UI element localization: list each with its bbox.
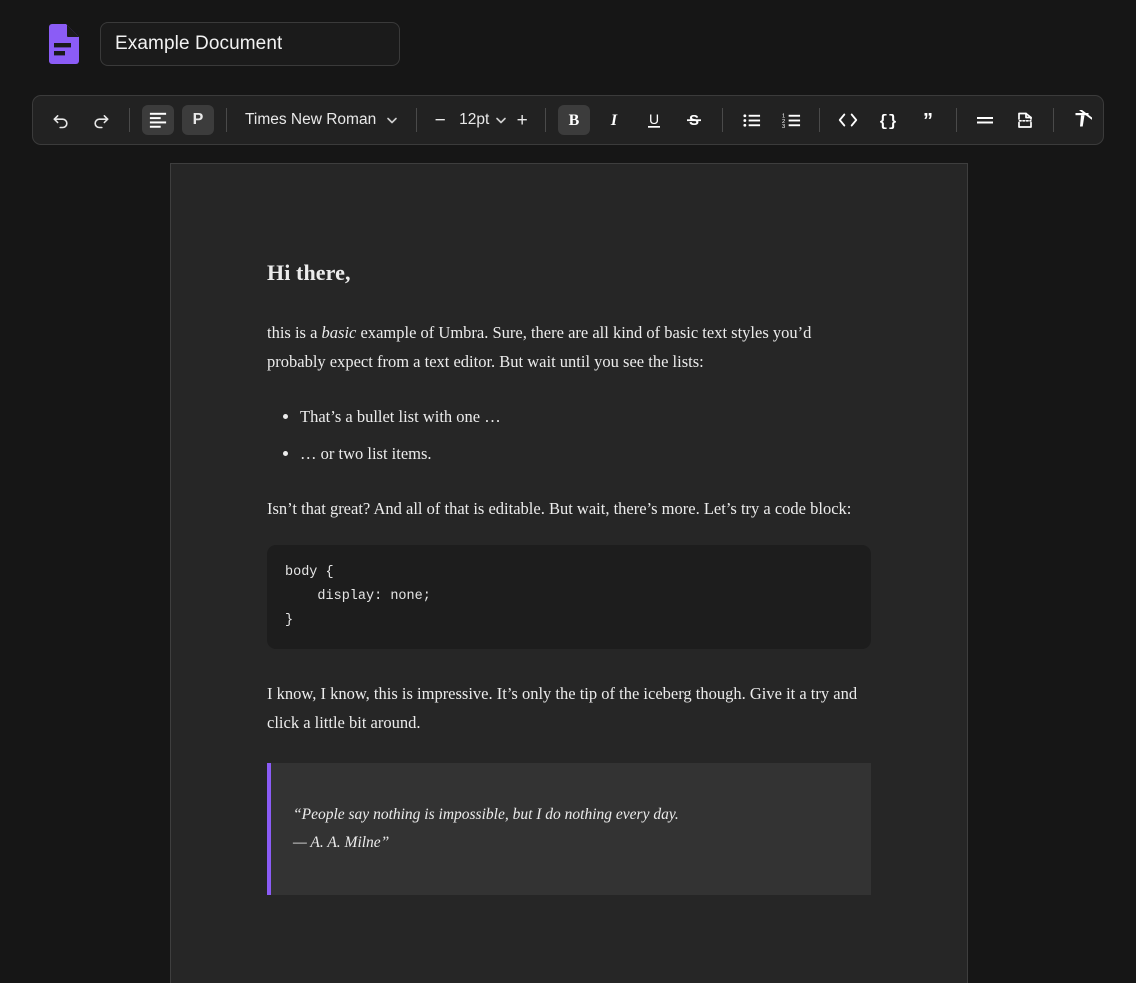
list-item: … or two list items.	[300, 439, 871, 468]
after-list-paragraph: Isn’t that great? And all of that is edi…	[267, 499, 852, 519]
code-block[interactable]: body { display: none; }	[267, 545, 871, 650]
bold-icon: B	[569, 112, 580, 129]
intro-paragraph: this is a basic example of Umbra. Sure, …	[267, 318, 871, 376]
document-heading: Hi there,	[267, 260, 351, 285]
align-left-button[interactable]	[142, 105, 174, 135]
toolbar-divider	[545, 108, 547, 132]
code-icon	[839, 113, 858, 127]
after-code-paragraph: I know, I know, this is impressive. It’s…	[267, 684, 858, 733]
quote-icon: ”	[923, 110, 933, 130]
italic-button[interactable]: I	[598, 105, 630, 135]
underline-icon: U	[648, 111, 661, 128]
font-size-value[interactable]: 12pt	[455, 111, 493, 129]
clear-format-icon	[1075, 110, 1093, 127]
document-title-input[interactable]: Example Document	[100, 22, 400, 66]
document-icon	[49, 24, 79, 64]
font-size-decrease-button[interactable]: −	[427, 106, 453, 134]
strikethrough-icon: S	[687, 112, 702, 129]
toolbar-divider	[819, 108, 821, 132]
editor-toolbar: P Times New Roman − 12pt + B I U S 1 2 3…	[32, 95, 1104, 145]
redo-button[interactable]	[85, 105, 117, 135]
italic-icon: I	[610, 112, 618, 129]
svg-text:3: 3	[782, 124, 785, 130]
code-block-icon: {}	[879, 113, 898, 131]
inline-code-button[interactable]	[832, 105, 864, 135]
intro-text-before: this is a	[267, 323, 322, 343]
code-block-button[interactable]: {}	[872, 105, 904, 135]
toolbar-divider	[722, 108, 724, 132]
horizontal-rule-button[interactable]	[969, 105, 1001, 135]
bullet-list-button[interactable]	[735, 105, 767, 135]
font-family-value: Times New Roman	[245, 111, 377, 128]
bold-button[interactable]: B	[558, 105, 591, 135]
quote-line-1: “People say nothing is impossible, but I…	[293, 806, 679, 824]
clear-format-button[interactable]	[1066, 105, 1098, 135]
toolbar-divider	[129, 108, 130, 132]
app-header: Example Document	[0, 0, 1136, 88]
svg-text:I: I	[610, 112, 618, 129]
document-title-value: Example Document	[115, 33, 283, 54]
chevron-down-icon	[387, 117, 398, 124]
svg-text:{}: {}	[879, 113, 898, 131]
toolbar-divider	[956, 108, 958, 132]
svg-text:U: U	[649, 111, 659, 127]
intro-emphasis: basic	[321, 323, 357, 343]
toolbar-divider	[226, 108, 227, 132]
bullet-list-icon	[743, 113, 760, 127]
bullet-list: That’s a bullet list with one … … or two…	[267, 402, 871, 468]
document-body[interactable]: Hi there, this is a basic example of Umb…	[267, 260, 871, 896]
document-page[interactable]: Hi there, this is a basic example of Umb…	[170, 163, 968, 983]
blockquote-button[interactable]: ”	[912, 105, 944, 135]
underline-button[interactable]: U	[638, 105, 670, 135]
undo-button[interactable]	[45, 105, 77, 135]
undo-icon	[53, 115, 68, 129]
page-break-button[interactable]	[1009, 105, 1041, 135]
redo-icon	[94, 115, 109, 129]
align-left-icon	[149, 112, 167, 128]
font-size-increase-button[interactable]: +	[509, 106, 535, 134]
paragraph-style-label: P	[192, 111, 204, 128]
toolbar-divider	[1053, 108, 1055, 132]
chevron-down-icon[interactable]	[495, 114, 507, 126]
strikethrough-button[interactable]: S	[678, 105, 710, 135]
blockquote[interactable]: “People say nothing is impossible, but I…	[267, 763, 871, 896]
toolbar-divider	[416, 108, 418, 132]
ordered-list-icon: 1 2 3	[782, 113, 800, 130]
ordered-list-button[interactable]: 1 2 3	[775, 105, 807, 135]
font-family-select[interactable]: Times New Roman	[237, 104, 406, 136]
font-size-stepper: − 12pt +	[427, 106, 535, 134]
svg-text:B: B	[569, 112, 580, 129]
horizontal-rule-icon	[977, 117, 994, 124]
page-break-icon	[1018, 112, 1033, 128]
paragraph-style-button[interactable]: P	[182, 105, 214, 135]
quote-line-2: — A. A. Milne”	[293, 834, 390, 852]
list-item: That’s a bullet list with one …	[300, 402, 871, 431]
svg-text:”: ”	[923, 110, 933, 130]
